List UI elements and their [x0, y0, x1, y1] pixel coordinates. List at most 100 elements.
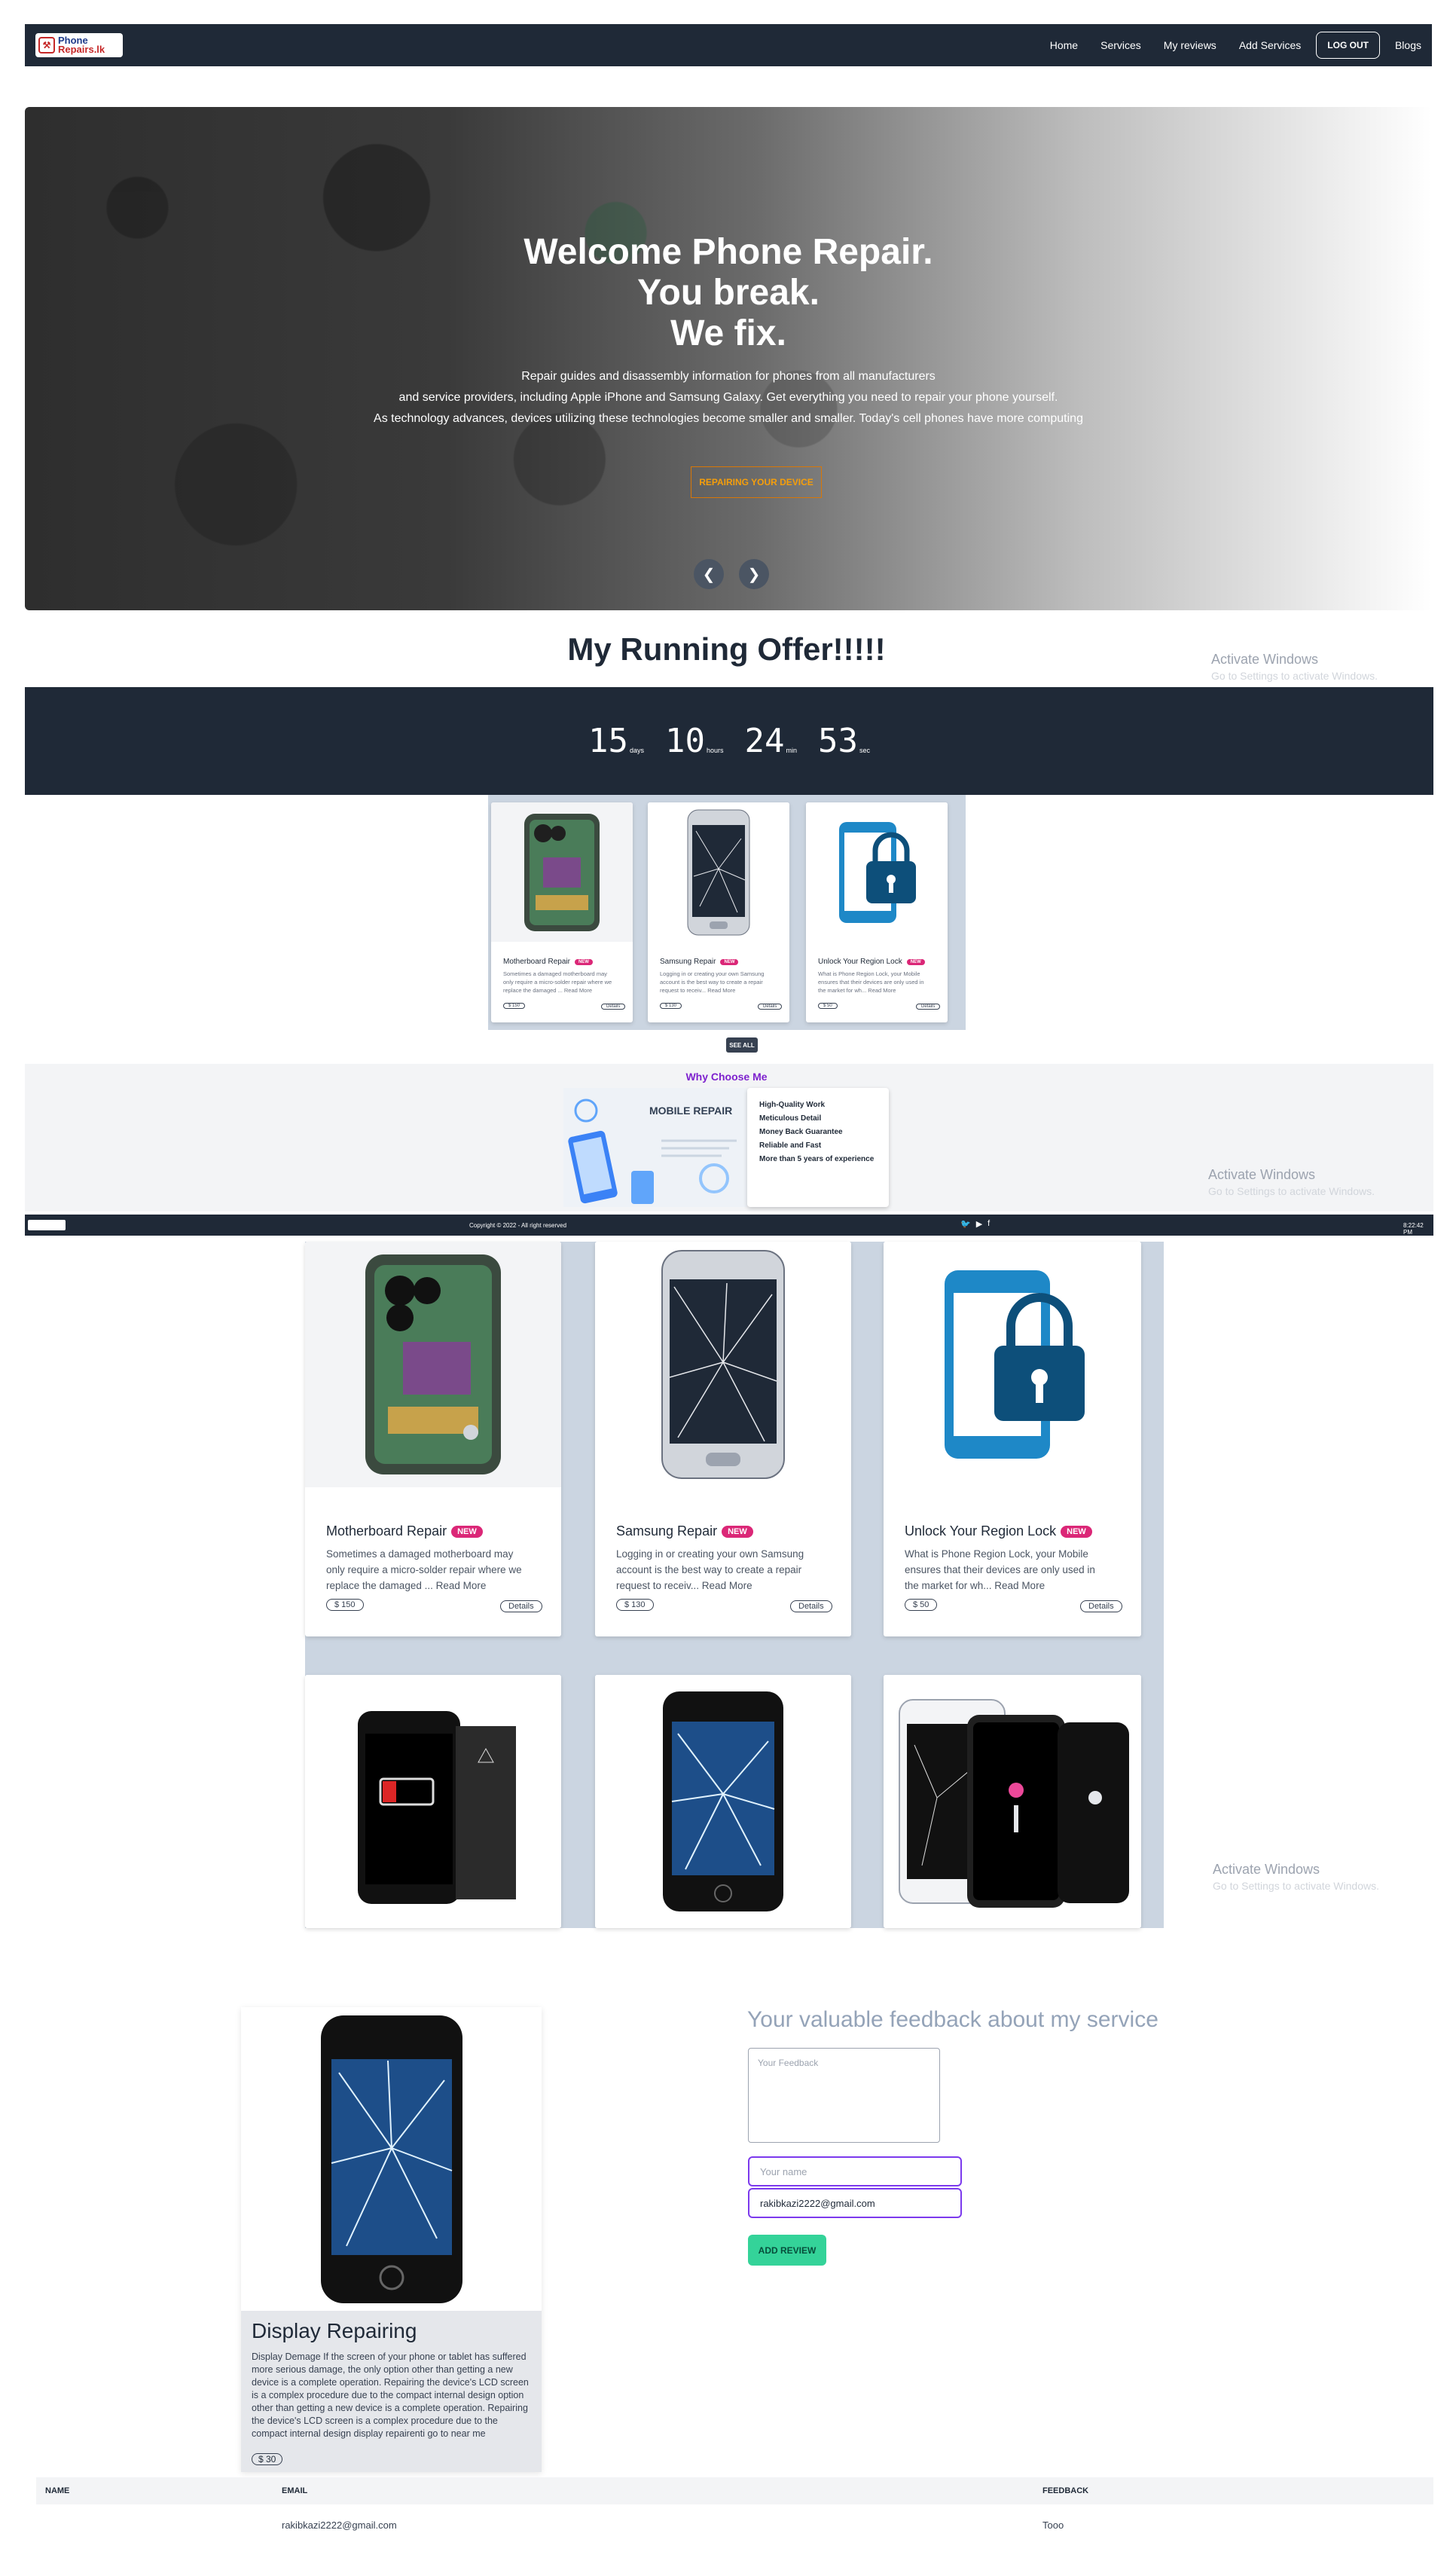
- details-button[interactable]: Details: [790, 1600, 832, 1612]
- service-card[interactable]: Motherboard Repair NEW Sometimes a damage…: [305, 1242, 561, 1636]
- service-desc-1: Logging in or creating your own Samsung: [616, 1548, 804, 1560]
- hero-banner: Welcome Phone Repair. You break. We fix.…: [25, 107, 1432, 610]
- watermark-line-2: Go to Settings to activate Windows.: [1208, 1185, 1375, 1197]
- why-item: More than 5 years of experience: [759, 1155, 875, 1163]
- watermark-line-1: Activate Windows: [1211, 652, 1319, 667]
- why-choose-list: High-Quality Work Meticulous Detail Mone…: [747, 1088, 889, 1207]
- cracked-samsung-image: [648, 802, 789, 942]
- service-desc-1: Logging in or creating your own Samsung: [660, 970, 765, 977]
- region-lock-image: [884, 1242, 1141, 1487]
- service-desc-2: ensures that their devices are only used…: [905, 1564, 1095, 1575]
- why-item: Reliable and Fast: [759, 1141, 822, 1150]
- hero-title-1: Welcome Phone Repair.: [524, 232, 933, 272]
- nav-services[interactable]: Services: [1100, 39, 1141, 51]
- service-title: Motherboard Repair: [503, 958, 570, 966]
- motherboard-phone-image: [491, 802, 633, 942]
- display-repair-image: [241, 2007, 542, 2311]
- countdown-seconds: 53 sec: [818, 722, 870, 760]
- new-badge: NEW: [451, 1525, 483, 1538]
- details-button[interactable]: Details: [758, 1004, 783, 1010]
- service-desc-1: What is Phone Region Lock, your Mobile: [905, 1548, 1088, 1560]
- facebook-icon[interactable]: f: [987, 1219, 990, 1229]
- service-desc-2: account is the best way to create a repa…: [660, 979, 763, 985]
- services-preview-grid: Motherboard Repair NEW Sometimes a damage…: [488, 795, 966, 1030]
- col-feedback: FEEDBACK: [1042, 2486, 1089, 2495]
- hero-title-2: You break.: [637, 273, 820, 313]
- feedback-title: Your valuable feedback about my service: [747, 2007, 1158, 2032]
- service-card[interactable]: Samsung Repair NEW Logging in or creating…: [648, 802, 789, 1022]
- col-name: NAME: [45, 2486, 70, 2495]
- new-badge: NEW: [906, 958, 925, 965]
- cell-feedback: Tooo: [1042, 2519, 1064, 2531]
- col-email: EMAIL: [282, 2486, 308, 2495]
- carousel-prev-icon[interactable]: ❮: [694, 559, 724, 589]
- motherboard-phone-image: [305, 1242, 561, 1487]
- nav-home[interactable]: Home: [1050, 39, 1078, 51]
- price-tag: $ 150: [503, 1003, 526, 1009]
- cracked-display-image: [595, 1675, 851, 1928]
- cracked-samsung-image: [595, 1242, 851, 1487]
- hero-title-3: We fix.: [670, 313, 786, 353]
- watermark-line-2: Go to Settings to activate Windows.: [1211, 670, 1378, 682]
- iphone-restore-image: [884, 1675, 1141, 1928]
- region-lock-image: [806, 802, 948, 942]
- hero-text-3: As technology advances, devices utilizin…: [374, 412, 1083, 425]
- add-review-button[interactable]: ADD REVIEW: [748, 2235, 826, 2266]
- why-item: High-Quality Work: [759, 1101, 826, 1109]
- footer-copyright: Copyright © 2022 - All right reserved: [469, 1222, 567, 1229]
- see-all-button[interactable]: SEE ALL: [726, 1037, 758, 1053]
- nav-blogs[interactable]: Blogs: [1395, 39, 1421, 51]
- service-detail-title: Display Repairing: [252, 2319, 417, 2342]
- service-detail-card: Display Repairing Display Demage If the …: [241, 2007, 542, 2472]
- service-title: Samsung Repair: [660, 958, 716, 966]
- carousel-next-icon[interactable]: ❯: [739, 559, 769, 589]
- countdown-days: 15 days: [588, 722, 644, 760]
- mobile-repair-label: MOBILE REPAIR: [649, 1105, 733, 1117]
- battery-replacement-image: [305, 1675, 561, 1928]
- logout-button[interactable]: LOG OUT: [1316, 32, 1380, 59]
- service-card[interactable]: [595, 1675, 851, 1928]
- service-detail-price: $ 30: [252, 2453, 283, 2465]
- service-desc-2: ensures that their devices are only used…: [818, 979, 924, 985]
- service-desc-1: What is Phone Region Lock, your Mobile: [818, 970, 920, 977]
- service-desc-3: replace the damaged ... Read More: [326, 1580, 487, 1591]
- footer-logo[interactable]: [28, 1220, 66, 1230]
- logo-text-2: Repairs.lk: [58, 44, 105, 55]
- details-button[interactable]: Details: [916, 1004, 941, 1010]
- nav-my-reviews[interactable]: My reviews: [1164, 39, 1216, 51]
- countdown-hours: 10 hours: [665, 722, 724, 760]
- nav-add-services[interactable]: Add Services: [1239, 39, 1301, 51]
- service-title: Unlock Your Region Lock: [818, 958, 902, 966]
- service-desc-3: the market for wh... Read More: [905, 1580, 1045, 1591]
- service-card[interactable]: Unlock Your Region Lock NEW What is Phone…: [884, 1242, 1141, 1636]
- watermark-line-1: Activate Windows: [1208, 1167, 1316, 1182]
- new-badge: NEW: [720, 958, 739, 965]
- activate-windows-watermark: Activate Windows Go to Settings to activ…: [1213, 1861, 1379, 1894]
- feedback-textarea[interactable]: Your Feedback: [748, 2048, 940, 2143]
- repairing-your-device-button[interactable]: REPAIRING YOUR DEVICE: [691, 466, 822, 498]
- service-card[interactable]: [884, 1675, 1141, 1928]
- reviews-table-header: NAME EMAIL FEEDBACK: [36, 2477, 1433, 2504]
- why-item: Meticulous Detail: [759, 1114, 822, 1123]
- details-button[interactable]: Details: [601, 1004, 626, 1010]
- youtube-icon[interactable]: ▶: [976, 1219, 982, 1229]
- email-input[interactable]: rakibkazi2222@gmail.com: [748, 2188, 962, 2218]
- service-card[interactable]: [305, 1675, 561, 1928]
- services-grid: Motherboard Repair NEW Sometimes a damage…: [305, 1242, 1164, 1928]
- wrench-icon: ⚒: [38, 37, 55, 53]
- service-card[interactable]: Unlock Your Region Lock NEW What is Phone…: [806, 802, 948, 1022]
- service-card[interactable]: Motherboard Repair NEW Sometimes a damage…: [491, 802, 633, 1022]
- site-logo[interactable]: ⚒ Phone Repairs.lk: [35, 33, 123, 57]
- service-card[interactable]: Samsung Repair NEW Logging in or creating…: [595, 1242, 851, 1636]
- new-badge: NEW: [722, 1525, 753, 1538]
- details-button[interactable]: Details: [1080, 1600, 1122, 1612]
- twitter-icon[interactable]: 🐦: [960, 1219, 971, 1229]
- details-button[interactable]: Details: [500, 1600, 542, 1612]
- name-input[interactable]: Your name: [748, 2156, 962, 2186]
- service-desc-2: only require a micro-solder repair where…: [503, 979, 612, 985]
- service-desc-1: Sometimes a damaged motherboard may: [326, 1548, 514, 1560]
- service-title: Unlock Your Region Lock: [905, 1523, 1057, 1539]
- price-tag: $ 50: [905, 1599, 938, 1611]
- service-desc-1: Sometimes a damaged motherboard may: [503, 970, 607, 977]
- service-detail-desc: Display Demage If the screen of your pho…: [252, 2351, 529, 2439]
